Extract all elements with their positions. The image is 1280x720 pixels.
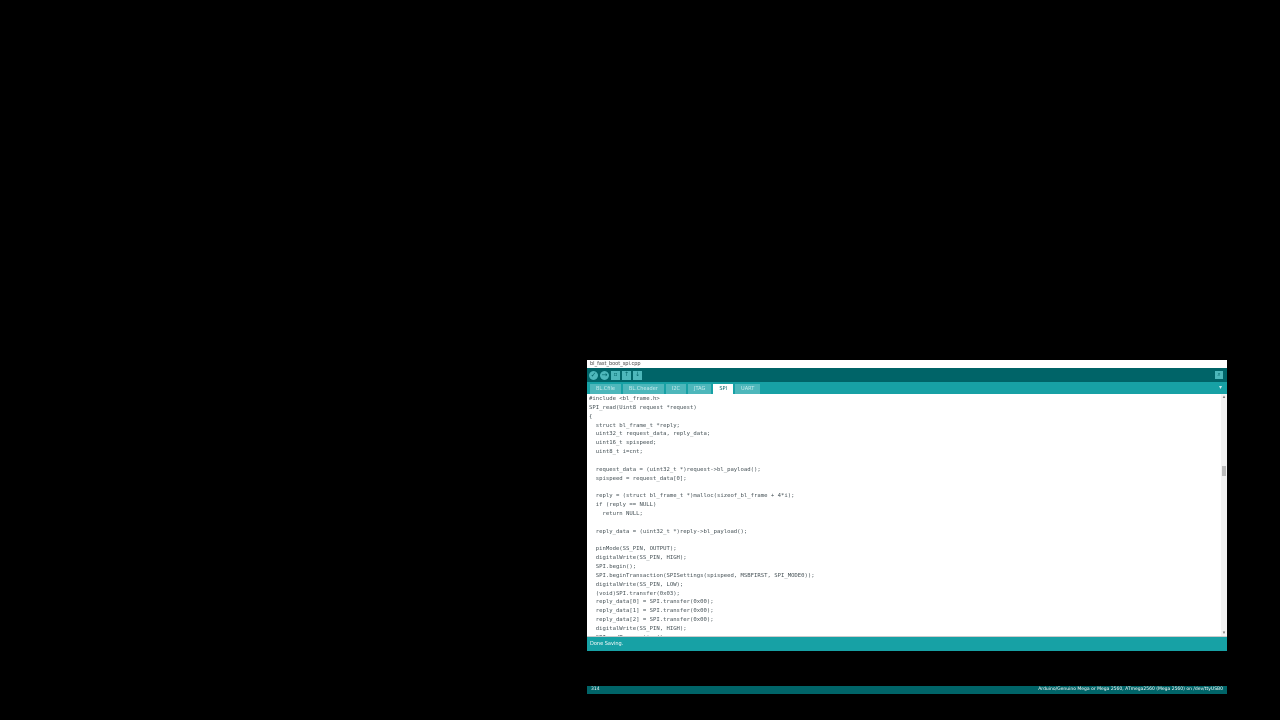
tab-bl-cheader[interactable]: BL.Cheader	[622, 384, 664, 394]
check-icon: ✓	[590, 370, 597, 379]
console-status-bar: 314 Arduino/Genuino Mega or Mega 2560, A…	[587, 686, 1227, 694]
ide-window: bl_fast_boot_spi.cpp ✓ → ▫ ↑ ↓ ⌕ BL.Cfil…	[587, 360, 1227, 651]
code-line[interactable]: SPI.beginTransaction(SPISettings(spispee…	[589, 572, 1219, 581]
arrow-down-icon: ↓	[634, 371, 641, 378]
scrollbar[interactable]: ▴ ▾	[1221, 394, 1227, 636]
code-line[interactable]: reply_data = (uint32_t *)reply->bl_paylo…	[589, 528, 1219, 537]
line-number: 314	[591, 687, 600, 692]
tab-uart[interactable]: UART	[735, 384, 761, 394]
tab-spi[interactable]: SPI	[713, 384, 734, 394]
scroll-thumb[interactable]	[1222, 466, 1226, 476]
tab-bar: BL.Cfile BL.Cheader I2C JTAG SPI UART ▾	[587, 382, 1227, 394]
board-info: Arduino/Genuino Mega or Mega 2560, ATmeg…	[1038, 687, 1223, 692]
tab-bl-cfile[interactable]: BL.Cfile	[590, 384, 621, 394]
serial-monitor-button[interactable]: ⌕	[1215, 371, 1223, 379]
code-line[interactable]: uint32_t request_data, reply_data;	[589, 430, 1219, 439]
code-line[interactable]: reply_data[2] = SPI.transfer(0x00);	[589, 616, 1219, 625]
code-editor[interactable]: #include <bl_frame.h> SPI_read(Uint8 requ…	[587, 394, 1227, 637]
code-line[interactable]: SPI_read(Uint8 request *request)	[589, 404, 1219, 413]
code-line[interactable]: digitalWrite(SS_PIN, HIGH);	[589, 625, 1219, 634]
window-title: bl_fast_boot_spi.cpp	[587, 360, 1227, 368]
arrow-right-icon: →	[601, 370, 608, 379]
new-button[interactable]: ▫	[611, 370, 620, 380]
tab-menu-icon[interactable]: ▾	[1219, 384, 1222, 391]
code-line[interactable]: reply_data[1] = SPI.transfer(0x00);	[589, 607, 1219, 616]
code-line[interactable]: digitalWrite(SS_PIN, LOW);	[589, 581, 1219, 590]
status-bar: Done Saving.	[587, 637, 1227, 651]
code-line[interactable]	[589, 483, 1219, 492]
code-line[interactable]: reply = (struct bl_frame_t *)malloc(size…	[589, 492, 1219, 501]
code-text[interactable]: #include <bl_frame.h> SPI_read(Uint8 requ…	[589, 395, 1219, 636]
code-line[interactable]: uint16_t spispeed;	[589, 439, 1219, 448]
scroll-down-icon[interactable]: ▾	[1221, 630, 1227, 636]
tab-i2c[interactable]: I2C	[665, 384, 686, 394]
new-file-icon: ▫	[613, 371, 618, 378]
verify-button[interactable]: ✓	[589, 370, 598, 380]
arrow-up-icon: ↑	[623, 371, 630, 378]
code-line[interactable]: reply_data[0] = SPI.transfer(0x00);	[589, 598, 1219, 607]
code-line[interactable]	[589, 537, 1219, 546]
magnifier-icon: ⌕	[1217, 371, 1221, 378]
code-line[interactable]: SPI.endTransaction();	[589, 634, 1219, 636]
code-line[interactable]	[589, 457, 1219, 466]
scroll-up-icon[interactable]: ▴	[1221, 394, 1227, 400]
code-line[interactable]: pinMode(SS_PIN, OUTPUT);	[589, 545, 1219, 554]
code-line[interactable]: (void)SPI.transfer(0x03);	[589, 590, 1219, 599]
upload-button[interactable]: →	[600, 370, 609, 380]
toolbar: ✓ → ▫ ↑ ↓ ⌕	[587, 368, 1227, 382]
code-line[interactable]: SPI.begin();	[589, 563, 1219, 572]
code-line[interactable]: {	[589, 413, 1219, 422]
code-line[interactable]	[589, 519, 1219, 528]
code-line[interactable]: digitalWrite(SS_PIN, HIGH);	[589, 554, 1219, 563]
code-line[interactable]: #include <bl_frame.h>	[589, 395, 1219, 404]
code-line[interactable]: struct bl_frame_t *reply;	[589, 422, 1219, 431]
code-line[interactable]: uint8_t i=cnt;	[589, 448, 1219, 457]
code-line[interactable]: if (reply == NULL)	[589, 501, 1219, 510]
open-button[interactable]: ↑	[622, 370, 631, 380]
save-button[interactable]: ↓	[633, 370, 642, 380]
code-line[interactable]: spispeed = request_data[0];	[589, 475, 1219, 484]
code-line[interactable]: request_data = (uint32_t *)request->bl_p…	[589, 466, 1219, 475]
code-line[interactable]: return NULL;	[589, 510, 1219, 519]
tab-jtag[interactable]: JTAG	[688, 384, 712, 394]
